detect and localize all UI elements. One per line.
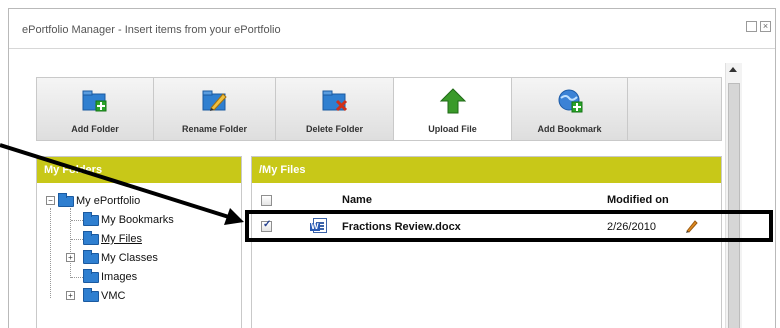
rename-folder-label: Rename Folder [181, 124, 248, 134]
rename-folder-icon [202, 90, 227, 111]
name-column-header[interactable]: Name [342, 194, 372, 206]
maximize-button[interactable] [746, 21, 757, 32]
dialog-titlebar: ePortfolio Manager - Insert items from y… [9, 9, 775, 49]
folders-panel-title: My Folders [37, 157, 241, 183]
folder-icon [83, 212, 99, 226]
annotation-highlight-box [245, 210, 773, 242]
add-bookmark-button[interactable]: Add Bookmark [512, 78, 628, 140]
files-panel: /My Files [251, 156, 722, 328]
tree-connector [50, 208, 51, 298]
scroll-up-icon[interactable] [729, 67, 737, 72]
tree-item-label: Images [101, 271, 138, 283]
folder-icon [58, 193, 74, 207]
folder-icon [83, 269, 99, 283]
add-folder-label: Add Folder [71, 124, 119, 134]
portfolio-toolbar: Add Folder Rename Folder Delete Folder U… [36, 77, 722, 141]
upload-file-button[interactable]: Upload File [394, 78, 512, 140]
collapse-icon[interactable]: − [46, 196, 55, 205]
expand-icon[interactable]: + [66, 291, 75, 300]
delete-folder-button[interactable]: Delete Folder [276, 78, 394, 140]
modified-column-header[interactable]: Modified on [607, 194, 669, 206]
add-folder-icon [82, 90, 107, 112]
tree-connector [71, 277, 83, 278]
delete-folder-label: Delete Folder [305, 124, 363, 134]
close-button[interactable]: × [760, 21, 771, 32]
tree-item-label: VMC [101, 290, 126, 302]
tree-connector [71, 220, 83, 221]
add-bookmark-label: Add Bookmark [537, 124, 602, 134]
globe-bookmark-icon [558, 89, 582, 113]
folder-icon [83, 250, 99, 264]
folder-icon [83, 231, 99, 245]
tree-item-label: My Files [101, 233, 142, 245]
rename-folder-button[interactable]: Rename Folder [154, 78, 276, 140]
upload-file-label: Upload File [428, 124, 477, 134]
tree-item-label: My ePortfolio [76, 195, 141, 207]
expand-icon[interactable]: + [66, 253, 75, 262]
upload-arrow-icon [439, 88, 466, 114]
tree-item-label: My Classes [101, 252, 158, 264]
select-all-checkbox[interactable] [261, 195, 272, 206]
tree-connector [71, 239, 83, 240]
tree-item-label: My Bookmarks [101, 214, 174, 226]
folder-icon [83, 288, 99, 302]
vertical-scrollbar[interactable] [725, 63, 742, 328]
delete-folder-icon [322, 90, 347, 112]
dialog-title: ePortfolio Manager - Insert items from y… [22, 24, 281, 36]
add-folder-button[interactable]: Add Folder [37, 78, 154, 140]
tree-connector [70, 208, 71, 278]
scroll-thumb[interactable] [728, 83, 740, 328]
files-panel-title: /My Files [252, 157, 721, 183]
